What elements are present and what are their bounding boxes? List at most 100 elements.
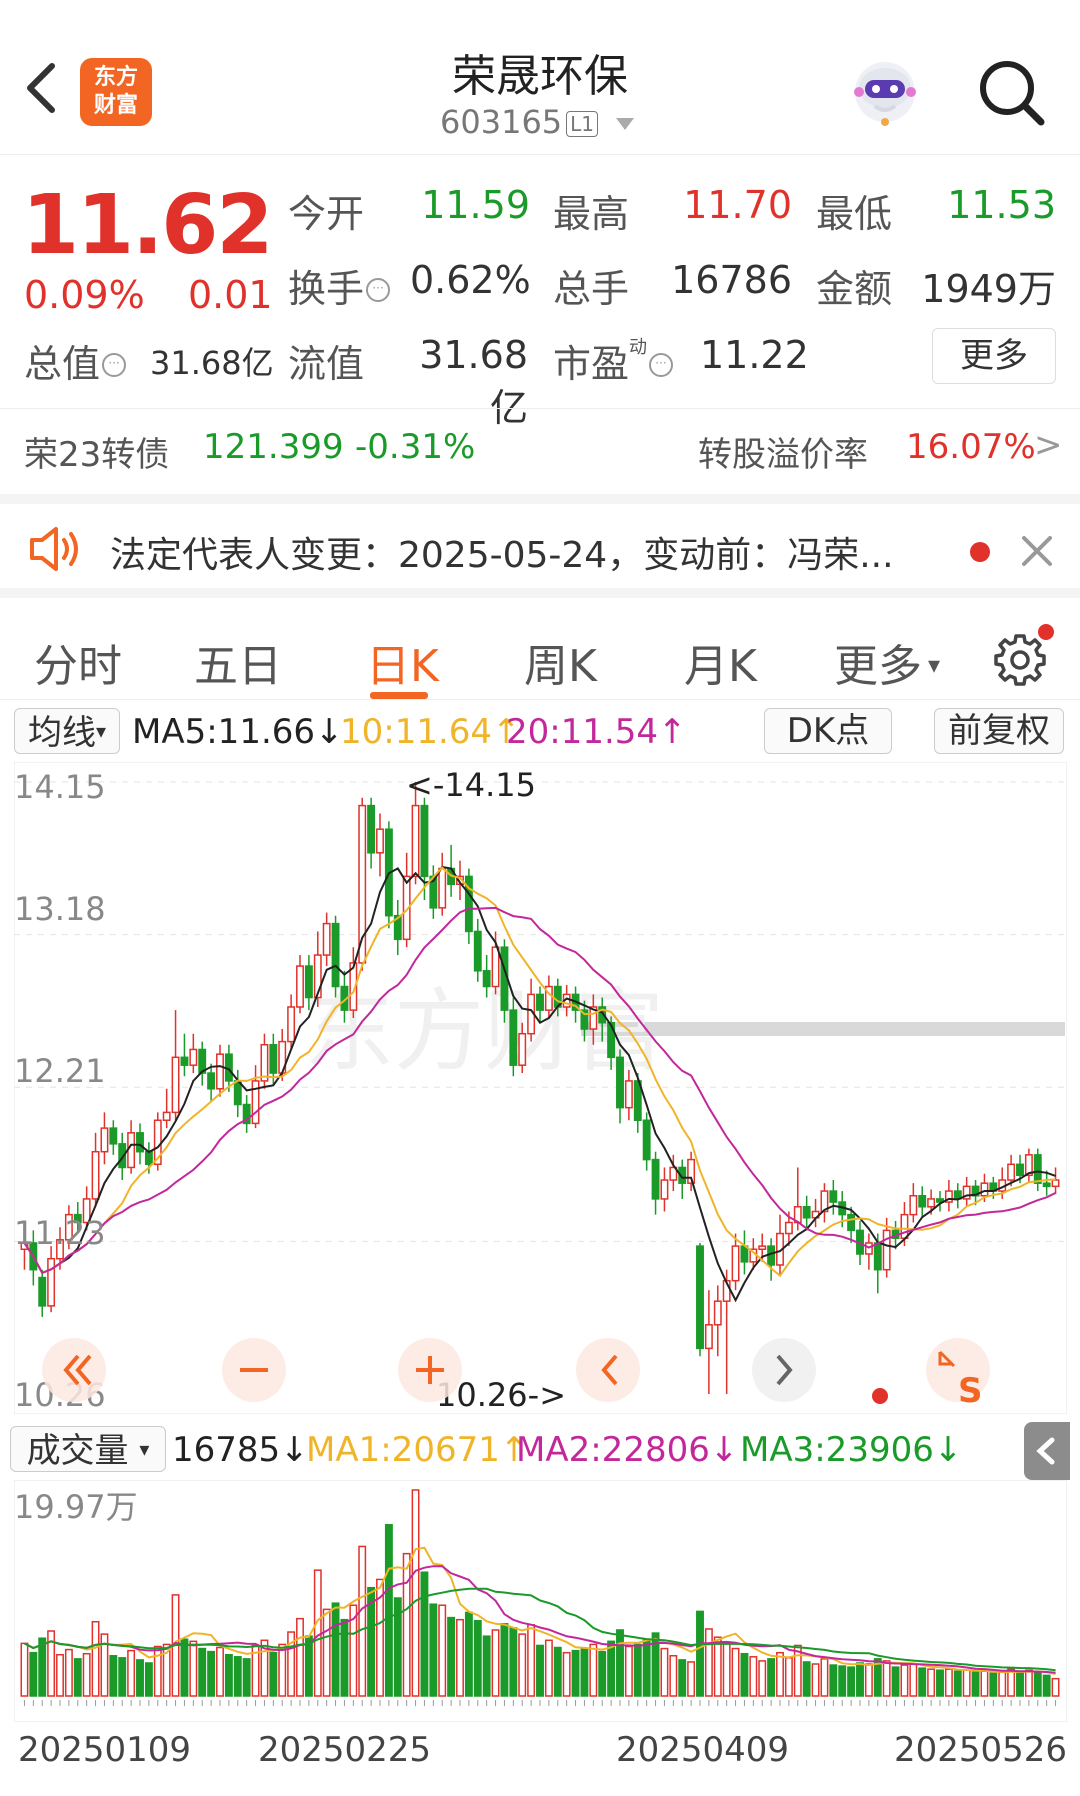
volume-bar <box>82 1652 91 1697</box>
candle-body <box>624 1080 633 1109</box>
volume-bar <box>464 1611 473 1697</box>
volume-bar <box>944 1668 953 1697</box>
candle-body <box>47 1257 56 1307</box>
candle-body <box>136 1132 144 1153</box>
candle-body <box>296 965 304 1008</box>
y-label-4: 11.23 <box>14 1214 106 1252</box>
candle-body <box>1042 1182 1051 1188</box>
chevron-left-icon <box>1036 1437 1055 1465</box>
stock-title[interactable]: 荣晟环保 <box>390 40 690 104</box>
gear-icon[interactable] <box>990 622 1056 688</box>
ma10-value: 10:11.64↑ <box>340 712 521 752</box>
announcement-bar[interactable]: 法定代表人变更：2025-05-24，变动前：冯荣... <box>0 494 1080 598</box>
volume-bar <box>358 1545 367 1697</box>
volume-bar <box>29 1651 38 1697</box>
red-dot-icon <box>970 542 990 562</box>
turnover-value: 0.62% <box>410 258 531 302</box>
volume-chart[interactable]: 19.97万 <box>14 1480 1067 1722</box>
tab-intraday[interactable]: 分时 <box>34 630 122 694</box>
volume-bar <box>989 1672 998 1697</box>
left-icon[interactable] <box>576 1338 640 1402</box>
volume-bar <box>598 1650 607 1697</box>
candle-body <box>331 922 340 988</box>
convertible-bond-row[interactable]: 荣23转债 121.399 -0.31% 转股溢价率 16.07% > <box>0 408 1080 494</box>
candle-body <box>616 1056 624 1109</box>
candle-body <box>847 1213 856 1232</box>
ma-selector[interactable]: 均线▾ <box>14 708 120 754</box>
candle-body <box>731 1245 740 1282</box>
volume-bar <box>704 1628 713 1697</box>
tab-more[interactable]: 更多 ▾ <box>834 630 940 694</box>
volume-bar <box>856 1662 864 1697</box>
kline-chart[interactable]: 东方财富 14.15 13.18 12.21 11.23 10.26 <-14.… <box>14 762 1067 1414</box>
amount-label: 金额 <box>816 267 893 311</box>
candle-body <box>482 970 491 988</box>
zoom-in-icon[interactable] <box>398 1338 462 1402</box>
dk-point-button[interactable]: DK点 <box>764 708 892 754</box>
volume-bar <box>918 1667 927 1697</box>
double-left-icon[interactable] <box>42 1338 106 1402</box>
back-arrow-icon[interactable] <box>22 58 62 118</box>
bond-price: 121.399 <box>203 427 344 467</box>
stock-code-row[interactable]: 603165 L1 <box>440 103 636 141</box>
tab-five-day[interactable]: 五日 <box>194 630 282 694</box>
period-tabs: 分时 五日 日K 周K 月K 更多 ▾ <box>0 608 1080 700</box>
volume-selector[interactable]: 成交量 ▾ <box>10 1426 166 1472</box>
info-icon: ··· <box>649 353 674 377</box>
y-label-3: 12.21 <box>14 1052 106 1090</box>
volume-bar <box>642 1639 651 1697</box>
settings-badge <box>1038 624 1054 640</box>
open-label: 今开 <box>288 192 365 236</box>
forward-adjust-button[interactable]: 前复权 <box>934 708 1064 754</box>
collapse-panel-button[interactable] <box>1024 1422 1070 1480</box>
volume-bar <box>678 1659 687 1697</box>
robot-avatar-icon[interactable] <box>845 50 925 130</box>
vol-ma2-value: MA2:22806↓ <box>516 1430 739 1470</box>
volume-value: 16786 <box>671 258 792 302</box>
volume-bar <box>820 1658 829 1697</box>
tab-daily-k[interactable]: 日K <box>366 630 439 694</box>
candle-body <box>1033 1154 1042 1184</box>
volume-bar <box>482 1635 491 1697</box>
volume-bar <box>233 1656 242 1697</box>
pe-superscript: 动 <box>629 337 648 358</box>
volume-bar <box>731 1647 740 1697</box>
dropdown-triangle-icon <box>616 118 635 130</box>
pe-label[interactable]: 市盈动··· <box>553 333 674 388</box>
close-icon[interactable] <box>1020 534 1054 568</box>
volume-bar <box>536 1644 544 1697</box>
volume-bar <box>669 1655 678 1697</box>
candle-body <box>216 1053 224 1090</box>
volume-bar <box>882 1660 891 1697</box>
volume-bar <box>527 1624 536 1697</box>
candle-body <box>918 1195 927 1208</box>
eastmoney-logo[interactable]: 东方 财富 <box>80 58 152 126</box>
more-quote-button[interactable]: 更多 <box>932 328 1056 384</box>
candle-body <box>411 804 420 878</box>
volume-bar <box>624 1645 633 1697</box>
premium-value: 16.07% <box>906 427 1036 467</box>
volume-bar <box>687 1661 696 1697</box>
candle-body <box>109 1127 118 1145</box>
x-axis-dates: 20250109 20250225 20250409 20250526 <box>0 1730 1080 1780</box>
volume-bar <box>509 1627 518 1697</box>
search-icon[interactable] <box>975 56 1047 128</box>
vol-ma3-value: MA3:23906↓ <box>740 1430 963 1470</box>
candle-body <box>269 1043 278 1074</box>
zoom-out-icon[interactable] <box>222 1338 286 1402</box>
volume-bar <box>296 1617 304 1697</box>
tab-weekly-k[interactable]: 周K <box>524 630 597 694</box>
volume-bar <box>767 1658 776 1697</box>
tab-monthly-k[interactable]: 月K <box>684 630 757 694</box>
pe-value: 11.22 <box>700 333 809 377</box>
market-cap-label[interactable]: 总值 ··· <box>24 333 127 388</box>
candle-body <box>784 1221 793 1235</box>
turnover-label[interactable]: 换手 ··· <box>288 258 391 313</box>
candle-body <box>660 1179 669 1200</box>
change-amount: 0.01 <box>188 273 273 317</box>
ma5-value: MA5:11.66↓ <box>132 712 344 752</box>
volume-bar <box>384 1524 393 1697</box>
bond-name: 荣23转债 <box>24 435 170 475</box>
candle-body <box>171 1056 180 1114</box>
right-icon[interactable] <box>752 1338 816 1402</box>
